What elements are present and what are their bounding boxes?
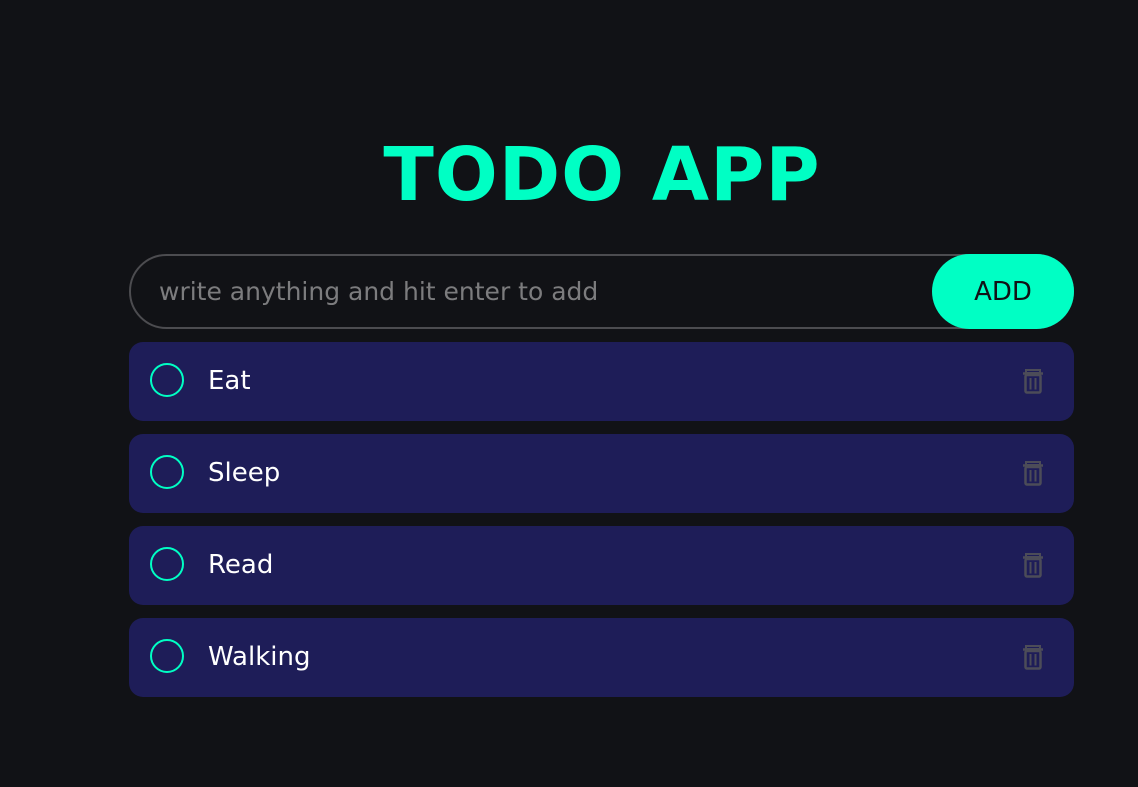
trash-icon[interactable] — [1022, 552, 1044, 578]
todo-text: Walking — [208, 642, 311, 672]
app-title: TODO APP — [383, 132, 821, 218]
todo-text: Eat — [208, 366, 251, 396]
trash-icon[interactable] — [1022, 368, 1044, 394]
trash-icon[interactable] — [1022, 644, 1044, 670]
todo-item: Sleep — [129, 434, 1074, 513]
add-button[interactable]: ADD — [932, 254, 1074, 329]
todo-checkbox[interactable] — [150, 455, 184, 489]
todo-input-row: ADD — [129, 254, 1074, 329]
todo-item: Walking — [129, 618, 1074, 697]
todo-checkbox[interactable] — [150, 363, 184, 397]
todo-text: Read — [208, 550, 274, 580]
trash-icon[interactable] — [1022, 460, 1044, 486]
todo-checkbox[interactable] — [150, 639, 184, 673]
todo-item: Eat — [129, 342, 1074, 421]
todo-checkbox[interactable] — [150, 547, 184, 581]
todo-list: Eat Sleep Read Walking — [129, 342, 1074, 710]
todo-text: Sleep — [208, 458, 281, 488]
todo-item: Read — [129, 526, 1074, 605]
